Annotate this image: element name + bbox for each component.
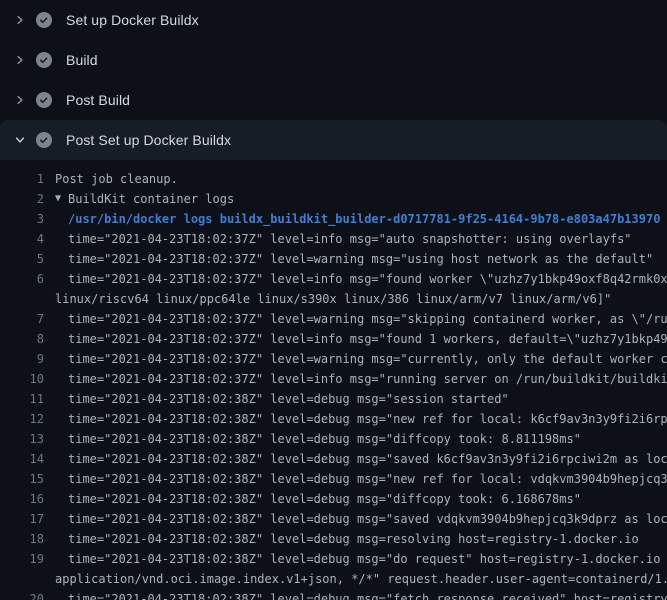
log-line-number[interactable]: 18	[0, 529, 44, 549]
log-line: 1 ▼ Post job cleanup.	[0, 169, 667, 189]
check-circle-icon	[36, 52, 52, 68]
log-line-text: time="2021-04-23T18:02:37Z" level=warnin…	[68, 349, 667, 369]
log-line: 10 ▼ time="2021-04-23T18:02:37Z" level=i…	[0, 369, 667, 389]
log-line: 7 ▼ time="2021-04-23T18:02:37Z" level=wa…	[0, 309, 667, 329]
log-line: ▼ linux/riscv64 linux/ppc64le linux/s390…	[0, 289, 667, 309]
log-line-text: time="2021-04-23T18:02:37Z" level=info m…	[68, 369, 667, 389]
step-label: Post Build	[66, 92, 130, 108]
log-line-text: time="2021-04-23T18:02:37Z" level=warnin…	[68, 309, 667, 329]
log-line-text: time="2021-04-23T18:02:38Z" level=debug …	[68, 449, 667, 469]
log-line-text: time="2021-04-23T18:02:38Z" level=debug …	[68, 509, 667, 529]
log-line-text: time="2021-04-23T18:02:37Z" level=warnin…	[68, 249, 653, 269]
log-line-number[interactable]: 15	[0, 469, 44, 489]
step-label: Set up Docker Buildx	[66, 12, 199, 28]
log-line: 19 ▼ time="2021-04-23T18:02:38Z" level=d…	[0, 549, 667, 569]
log-line-text: time="2021-04-23T18:02:38Z" level=debug …	[68, 469, 667, 489]
log-line: 6 ▼ time="2021-04-23T18:02:37Z" level=in…	[0, 269, 667, 289]
log-line-number[interactable]: 8	[0, 329, 44, 349]
log-line-text: time="2021-04-23T18:02:37Z" level=info m…	[68, 329, 667, 349]
log-line-number[interactable]: 4	[0, 229, 44, 249]
log-line-text: /usr/bin/docker logs buildx_buildkit_bui…	[68, 209, 660, 229]
log-line-number[interactable]: 20	[0, 589, 44, 600]
log-line-number[interactable]: 9	[0, 349, 44, 369]
log-line-number[interactable]: 19	[0, 549, 44, 569]
chevron-right-icon	[14, 94, 26, 106]
log-line-number[interactable]: 10	[0, 369, 44, 389]
log-line-text: application/vnd.oci.image.index.v1+json,…	[55, 569, 667, 589]
step-label: Post Set up Docker Buildx	[66, 132, 231, 148]
check-circle-icon	[36, 132, 52, 148]
log-group-triangle-icon[interactable]: ▼	[55, 189, 61, 209]
log-line-text: time="2021-04-23T18:02:38Z" level=debug …	[68, 549, 667, 569]
log-line-text: linux/riscv64 linux/ppc64le linux/s390x …	[55, 289, 611, 309]
log-line-number[interactable]: 12	[0, 409, 44, 429]
log-line-text: time="2021-04-23T18:02:38Z" level=debug …	[68, 589, 667, 600]
log-line: 8 ▼ time="2021-04-23T18:02:37Z" level=in…	[0, 329, 667, 349]
actions-log-viewer: Set up Docker Buildx Build Post Build	[0, 0, 667, 600]
log-line: ▼ application/vnd.oci.image.index.v1+jso…	[0, 569, 667, 589]
log-line: 20 ▼ time="2021-04-23T18:02:38Z" level=d…	[0, 589, 667, 600]
log-line-number[interactable]: 6	[0, 269, 44, 289]
log-line: 3 ▼ /usr/bin/docker logs buildx_buildkit…	[0, 209, 667, 229]
log-line: 13 ▼ time="2021-04-23T18:02:38Z" level=d…	[0, 429, 667, 449]
check-circle-icon	[36, 92, 52, 108]
chevron-right-icon	[14, 14, 26, 26]
log-line: 18 ▼ time="2021-04-23T18:02:38Z" level=d…	[0, 529, 667, 549]
chevron-right-icon	[14, 54, 26, 66]
log-line-text: time="2021-04-23T18:02:38Z" level=debug …	[68, 489, 581, 509]
log-lines: 1 ▼ Post job cleanup. 2 ▼ BuildKit conta…	[0, 160, 667, 600]
log-line-text: Post job cleanup.	[55, 169, 178, 189]
log-line-number[interactable]: 11	[0, 389, 44, 409]
log-line-text: time="2021-04-23T18:02:38Z" level=debug …	[68, 389, 509, 409]
log-line: 2 ▼ BuildKit container logs	[0, 189, 667, 209]
log-line-text: BuildKit container logs	[68, 189, 234, 209]
chevron-down-icon	[14, 134, 26, 146]
log-line-number[interactable]	[0, 289, 44, 309]
log-line-number[interactable]: 1	[0, 169, 44, 189]
log-line-text: time="2021-04-23T18:02:37Z" level=info m…	[68, 229, 632, 249]
log-line-text: time="2021-04-23T18:02:38Z" level=debug …	[68, 429, 581, 449]
log-line-number[interactable]: 7	[0, 309, 44, 329]
log-line: 4 ▼ time="2021-04-23T18:02:37Z" level=in…	[0, 229, 667, 249]
log-line-text: time="2021-04-23T18:02:38Z" level=debug …	[68, 409, 667, 429]
log-line-text: time="2021-04-23T18:02:37Z" level=info m…	[68, 269, 667, 289]
log-line: 17 ▼ time="2021-04-23T18:02:38Z" level=d…	[0, 509, 667, 529]
log-line-number[interactable]: 3	[0, 209, 44, 229]
log-line: 5 ▼ time="2021-04-23T18:02:37Z" level=wa…	[0, 249, 667, 269]
step-label: Build	[66, 52, 98, 68]
step-row-build[interactable]: Build	[0, 40, 667, 80]
log-line-number[interactable]: 5	[0, 249, 44, 269]
log-line: 15 ▼ time="2021-04-23T18:02:38Z" level=d…	[0, 469, 667, 489]
step-row-post-set-up-docker-buildx[interactable]: Post Set up Docker Buildx	[0, 120, 667, 160]
log-line: 16 ▼ time="2021-04-23T18:02:38Z" level=d…	[0, 489, 667, 509]
log-line: 12 ▼ time="2021-04-23T18:02:38Z" level=d…	[0, 409, 667, 429]
log-line-text: time="2021-04-23T18:02:38Z" level=debug …	[68, 529, 639, 549]
log-line: 11 ▼ time="2021-04-23T18:02:38Z" level=d…	[0, 389, 667, 409]
log-line: 9 ▼ time="2021-04-23T18:02:37Z" level=wa…	[0, 349, 667, 369]
log-line: 14 ▼ time="2021-04-23T18:02:38Z" level=d…	[0, 449, 667, 469]
step-row-post-build[interactable]: Post Build	[0, 80, 667, 120]
log-line-number[interactable]: 2	[0, 189, 44, 209]
steps-list: Set up Docker Buildx Build Post Build	[0, 0, 667, 160]
log-line-number[interactable]: 17	[0, 509, 44, 529]
log-line-number[interactable]: 16	[0, 489, 44, 509]
log-line-number[interactable]	[0, 569, 44, 589]
log-line-number[interactable]: 14	[0, 449, 44, 469]
check-circle-icon	[36, 12, 52, 28]
log-line-number[interactable]: 13	[0, 429, 44, 449]
step-row-set-up-docker-buildx[interactable]: Set up Docker Buildx	[0, 0, 667, 40]
